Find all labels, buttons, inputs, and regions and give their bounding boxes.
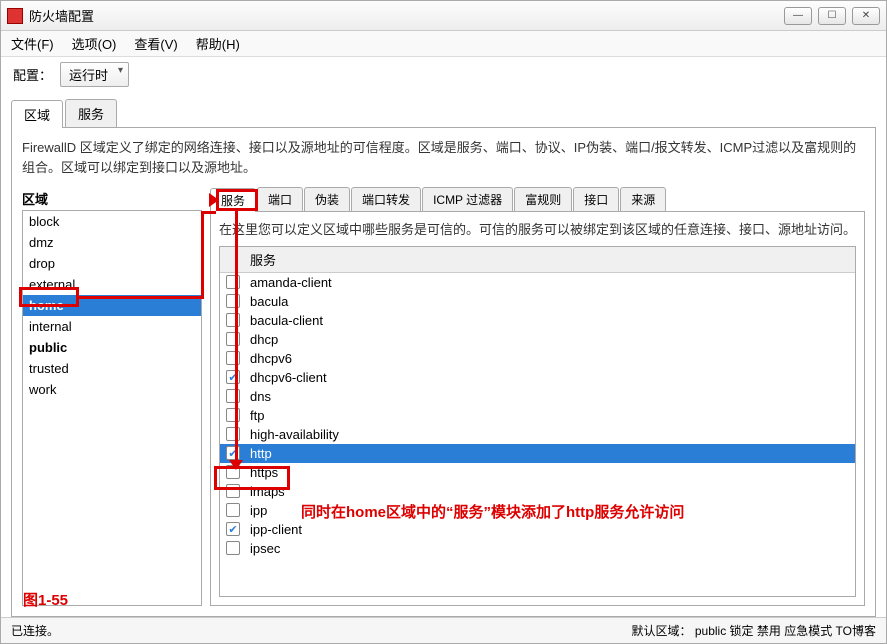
- service-row-http[interactable]: ✔ http: [220, 444, 855, 463]
- service-row-dns[interactable]: dns: [220, 387, 855, 406]
- service-checkbox-bacula-client[interactable]: [226, 313, 240, 327]
- tab-services[interactable]: 服务: [65, 99, 117, 127]
- sub-tab-5[interactable]: 富规则: [514, 187, 572, 211]
- service-label: dhcpv6: [250, 351, 292, 366]
- zone-item-public[interactable]: public: [23, 337, 201, 358]
- menu-options[interactable]: 选项(O): [72, 34, 117, 53]
- sub-tabs: 服务端口伪装端口转发ICMP 过滤器富规则接口来源: [210, 187, 865, 211]
- service-checkbox-ipsec[interactable]: [226, 541, 240, 555]
- services-description: 在这里您可以定义区域中哪些服务是可信的。可信的服务可以被绑定到该区域的任意连接、…: [219, 220, 856, 240]
- service-checkbox-dhcpv6-client[interactable]: ✔: [226, 370, 240, 384]
- config-value: 运行时: [69, 68, 108, 83]
- close-button[interactable]: ✕: [852, 7, 880, 25]
- main-area: 区域 服务 FirewallD 区域定义了绑定的网络连接、接口以及源地址的可信程…: [1, 91, 886, 617]
- service-checkbox-amanda-client[interactable]: [226, 275, 240, 289]
- tab-zones[interactable]: 区域: [11, 100, 63, 128]
- minimize-button[interactable]: —: [784, 7, 812, 25]
- sub-tab-3[interactable]: 端口转发: [351, 187, 421, 211]
- service-label: dhcpv6-client: [250, 370, 327, 385]
- service-row-ftp[interactable]: ftp: [220, 406, 855, 425]
- sub-tab-7[interactable]: 来源: [620, 187, 666, 211]
- window-title: 防火墙配置: [29, 6, 784, 25]
- services-panel: 在这里您可以定义区域中哪些服务是可信的。可信的服务可以被绑定到该区域的任意连接、…: [210, 211, 865, 606]
- service-label: amanda-client: [250, 275, 332, 290]
- service-label: bacula: [250, 294, 288, 309]
- sub-tab-2[interactable]: 伪装: [304, 187, 350, 211]
- firewall-config-window: 防火墙配置 — ☐ ✕ 文件(F) 选项(O) 查看(V) 帮助(H) 配置： …: [0, 0, 887, 644]
- service-label: dhcp: [250, 332, 278, 347]
- config-select[interactable]: 运行时: [60, 62, 129, 87]
- service-checkbox-ipp[interactable]: [226, 503, 240, 517]
- service-row-high-availability[interactable]: high-availability: [220, 425, 855, 444]
- services-table-header: 服务: [220, 247, 855, 273]
- maximize-button[interactable]: ☐: [818, 7, 846, 25]
- app-icon: [7, 8, 23, 24]
- service-row-https[interactable]: https: [220, 463, 855, 482]
- service-row-dhcpv6-client[interactable]: ✔ dhcpv6-client: [220, 368, 855, 387]
- service-checkbox-ipp-client[interactable]: ✔: [226, 522, 240, 536]
- service-row-amanda-client[interactable]: amanda-client: [220, 273, 855, 292]
- zone-item-home[interactable]: home: [23, 295, 201, 316]
- service-label: high-availability: [250, 427, 339, 442]
- zone-list[interactable]: blockdmzdropexternalhomeinternalpublictr…: [22, 210, 202, 606]
- service-row-dhcpv6[interactable]: dhcpv6: [220, 349, 855, 368]
- service-label: ipp: [250, 503, 267, 518]
- menu-file[interactable]: 文件(F): [11, 34, 54, 53]
- service-row-ipsec[interactable]: ipsec: [220, 539, 855, 558]
- sub-tab-1[interactable]: 端口: [257, 187, 303, 211]
- service-checkbox-https[interactable]: [226, 465, 240, 479]
- window-buttons: — ☐ ✕: [784, 7, 880, 25]
- service-row-bacula-client[interactable]: bacula-client: [220, 311, 855, 330]
- service-row-dhcp[interactable]: dhcp: [220, 330, 855, 349]
- zone-item-trusted[interactable]: trusted: [23, 358, 201, 379]
- top-tabs: 区域 服务: [11, 99, 876, 127]
- service-label: https: [250, 465, 278, 480]
- zone-item-block[interactable]: block: [23, 211, 201, 232]
- service-checkbox-imaps[interactable]: [226, 484, 240, 498]
- body-row: 区域 blockdmzdropexternalhomeinternalpubli…: [22, 187, 865, 606]
- service-label: ipsec: [250, 541, 280, 556]
- zone-header: 区域: [22, 187, 202, 210]
- service-label: ftp: [250, 408, 264, 423]
- service-label: imaps: [250, 484, 285, 499]
- zone-item-dmz[interactable]: dmz: [23, 232, 201, 253]
- sub-tab-4[interactable]: ICMP 过滤器: [422, 187, 513, 211]
- service-label: http: [250, 446, 272, 461]
- service-row-imaps[interactable]: imaps: [220, 482, 855, 501]
- menu-help[interactable]: 帮助(H): [196, 34, 240, 53]
- service-label: bacula-client: [250, 313, 323, 328]
- service-checkbox-dhcp[interactable]: [226, 332, 240, 346]
- zone-item-work[interactable]: work: [23, 379, 201, 400]
- status-connected: 已连接。: [11, 622, 59, 639]
- services-table-body: amanda-client bacula bacula-client dhcp dhcp…: [220, 273, 855, 558]
- titlebar: 防火墙配置 — ☐ ✕: [1, 1, 886, 31]
- service-checkbox-http[interactable]: ✔: [226, 446, 240, 460]
- config-label: 配置：: [13, 65, 52, 84]
- service-checkbox-ftp[interactable]: [226, 408, 240, 422]
- service-row-bacula[interactable]: bacula: [220, 292, 855, 311]
- zone-detail-column: 服务端口伪装端口转发ICMP 过滤器富规则接口来源 在这里您可以定义区域中哪些服…: [210, 187, 865, 606]
- service-checkbox-dns[interactable]: [226, 389, 240, 403]
- zone-item-internal[interactable]: internal: [23, 316, 201, 337]
- zones-description: FirewallD 区域定义了绑定的网络连接、接口以及源地址的可信程度。区域是服…: [22, 138, 865, 177]
- service-checkbox-high-availability[interactable]: [226, 427, 240, 441]
- service-checkbox-dhcpv6[interactable]: [226, 351, 240, 365]
- zone-item-drop[interactable]: drop: [23, 253, 201, 274]
- service-row-ipp-client[interactable]: ✔ ipp-client: [220, 520, 855, 539]
- service-label: ipp-client: [250, 522, 302, 537]
- zones-panel: FirewallD 区域定义了绑定的网络连接、接口以及源地址的可信程度。区域是服…: [11, 127, 876, 617]
- status-default-zone: 默认区域： public 锁定 禁用 应急模式 TO博客: [632, 622, 876, 639]
- menu-view[interactable]: 查看(V): [134, 34, 177, 53]
- sub-tab-6[interactable]: 接口: [573, 187, 619, 211]
- zone-column: 区域 blockdmzdropexternalhomeinternalpubli…: [22, 187, 202, 606]
- services-table[interactable]: 服务 amanda-client bacula bacula-client dhcp d…: [219, 246, 856, 598]
- statusbar: 已连接。 默认区域： public 锁定 禁用 应急模式 TO博客: [1, 617, 886, 643]
- menubar: 文件(F) 选项(O) 查看(V) 帮助(H): [1, 31, 886, 57]
- config-row: 配置： 运行时: [1, 57, 886, 91]
- service-checkbox-bacula[interactable]: [226, 294, 240, 308]
- service-row-ipp[interactable]: ipp: [220, 501, 855, 520]
- service-label: dns: [250, 389, 271, 404]
- sub-tab-0[interactable]: 服务: [210, 188, 256, 212]
- zone-item-external[interactable]: external: [23, 274, 201, 295]
